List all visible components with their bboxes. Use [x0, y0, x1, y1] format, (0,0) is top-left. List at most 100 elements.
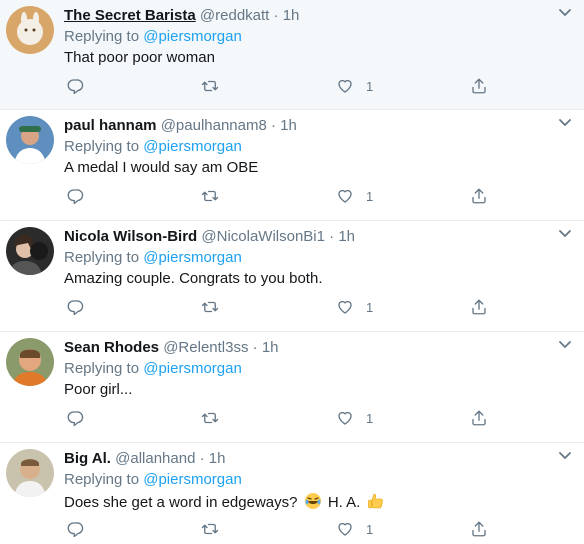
retweet-button[interactable] [201, 186, 219, 206]
tweet-actions: 1 [64, 186, 504, 206]
thumbs-up-emoji-icon [367, 493, 383, 509]
like-button[interactable]: 1 [336, 408, 373, 428]
separator-dot: · [271, 117, 276, 134]
like-icon [338, 300, 352, 314]
reply-icon [67, 189, 84, 205]
tweet-actions: 1 [64, 519, 504, 539]
like-icon [338, 411, 352, 425]
tweet-text-suffix: H. A. [327, 494, 361, 511]
timestamp[interactable]: 1h [262, 339, 279, 356]
mention-link[interactable]: @piersmorgan [143, 249, 242, 266]
retweet-icon [201, 190, 219, 202]
author-name[interactable]: Sean Rhodes [64, 339, 159, 356]
tweet[interactable]: Big Al. @allanhand · 1h Replying to @pie… [0, 443, 584, 544]
reply-icon [67, 79, 84, 95]
share-icon [472, 299, 486, 315]
like-button[interactable]: 1 [336, 186, 373, 206]
like-count: 1 [366, 521, 374, 537]
laughing-emoji-icon [304, 493, 321, 509]
retweet-button[interactable] [201, 519, 219, 539]
reply-icon [67, 300, 84, 316]
author-name[interactable]: Nicola Wilson-Bird [64, 228, 197, 245]
tweet-menu-button[interactable] [558, 340, 572, 350]
tweet[interactable]: Nicola Wilson-Bird @NicolaWilsonBi1 · 1h… [0, 221, 584, 332]
avatar[interactable] [6, 116, 54, 164]
separator-dot: · [199, 450, 205, 467]
author-name[interactable]: paul hannam [64, 117, 157, 134]
mention-link[interactable]: @piersmorgan [143, 28, 242, 45]
author-name[interactable]: Big Al. [64, 450, 111, 467]
retweet-button[interactable] [201, 297, 219, 317]
like-count: 1 [366, 188, 374, 204]
author-handle[interactable]: @reddkatt [200, 7, 269, 24]
replying-to: Replying to @piersmorgan [64, 138, 242, 155]
mention-link[interactable]: @piersmorgan [143, 471, 242, 488]
tweet-text: Does she get a word in edgeways? [64, 494, 298, 511]
mention-link[interactable]: @piersmorgan [143, 360, 242, 377]
tweet-actions: 1 [64, 297, 504, 317]
share-button[interactable] [470, 76, 488, 96]
tweet-text: A medal I would say am OBE [64, 159, 259, 176]
author-handle[interactable]: @allanhand [115, 450, 195, 467]
replying-to: Replying to @piersmorgan [64, 249, 242, 266]
avatar[interactable] [6, 449, 54, 497]
timestamp[interactable]: 1h [283, 7, 300, 24]
tweet[interactable]: The Secret Barista @reddkatt · 1h Replyi… [0, 0, 584, 110]
retweet-icon [201, 523, 219, 535]
timestamp[interactable]: 1h [209, 450, 226, 467]
like-button[interactable]: 1 [336, 76, 373, 96]
reply-button[interactable] [66, 408, 84, 428]
author-handle[interactable]: @NicolaWilsonBi1 [201, 228, 325, 245]
replying-prefix: Replying to [64, 471, 140, 488]
replying-to: Replying to @piersmorgan [64, 471, 242, 488]
author-handle[interactable]: @Relentl3ss [163, 339, 248, 356]
caret-down-icon [559, 452, 571, 460]
author-handle[interactable]: @paulhannam8 [161, 117, 267, 134]
like-button[interactable]: 1 [336, 519, 373, 539]
replying-to: Replying to @piersmorgan [64, 360, 242, 377]
reply-button[interactable] [66, 186, 84, 206]
like-icon [338, 79, 352, 93]
mention-link[interactable]: @piersmorgan [143, 138, 242, 155]
share-button[interactable] [470, 186, 488, 206]
caret-down-icon [559, 9, 571, 17]
like-button[interactable]: 1 [336, 297, 373, 317]
avatar[interactable] [6, 6, 54, 54]
retweet-button[interactable] [201, 408, 219, 428]
tweet-menu-button[interactable] [558, 8, 572, 18]
share-button[interactable] [470, 297, 488, 317]
avatar[interactable] [6, 338, 54, 386]
tweet[interactable]: Sean Rhodes @Relentl3ss · 1h Replying to… [0, 332, 584, 443]
avatar[interactable] [6, 227, 54, 275]
tweet-actions: 1 [64, 408, 504, 428]
tweet[interactable]: paul hannam @paulhannam8 · 1h Replying t… [0, 110, 584, 221]
replying-prefix: Replying to [64, 249, 140, 266]
retweet-icon [201, 80, 219, 92]
retweet-button[interactable] [201, 76, 219, 96]
retweet-icon [201, 301, 219, 313]
replying-prefix: Replying to [64, 138, 140, 155]
tweet-menu-button[interactable] [558, 229, 572, 239]
replying-prefix: Replying to [64, 28, 140, 45]
replying-prefix: Replying to [64, 360, 140, 377]
share-button[interactable] [470, 408, 488, 428]
like-count: 1 [366, 299, 374, 315]
reply-button[interactable] [66, 519, 84, 539]
tweet-text: Poor girl... [64, 381, 133, 398]
reply-button[interactable] [66, 297, 84, 317]
tweet-menu-button[interactable] [558, 451, 572, 461]
tweet-text-line: Does she get a word in edgeways? H. A. [64, 492, 385, 511]
separator-dot: · [329, 228, 335, 245]
caret-down-icon [559, 341, 571, 349]
retweet-icon [201, 412, 219, 424]
share-icon [472, 78, 486, 94]
author-name[interactable]: The Secret Barista [64, 7, 196, 24]
share-button[interactable] [470, 519, 488, 539]
timestamp[interactable]: 1h [338, 228, 355, 245]
reply-icon [67, 411, 84, 427]
tweet-menu-button[interactable] [558, 118, 572, 128]
reply-button[interactable] [66, 76, 84, 96]
timestamp[interactable]: 1h [280, 117, 297, 134]
like-count: 1 [366, 78, 374, 94]
like-icon [338, 189, 352, 203]
